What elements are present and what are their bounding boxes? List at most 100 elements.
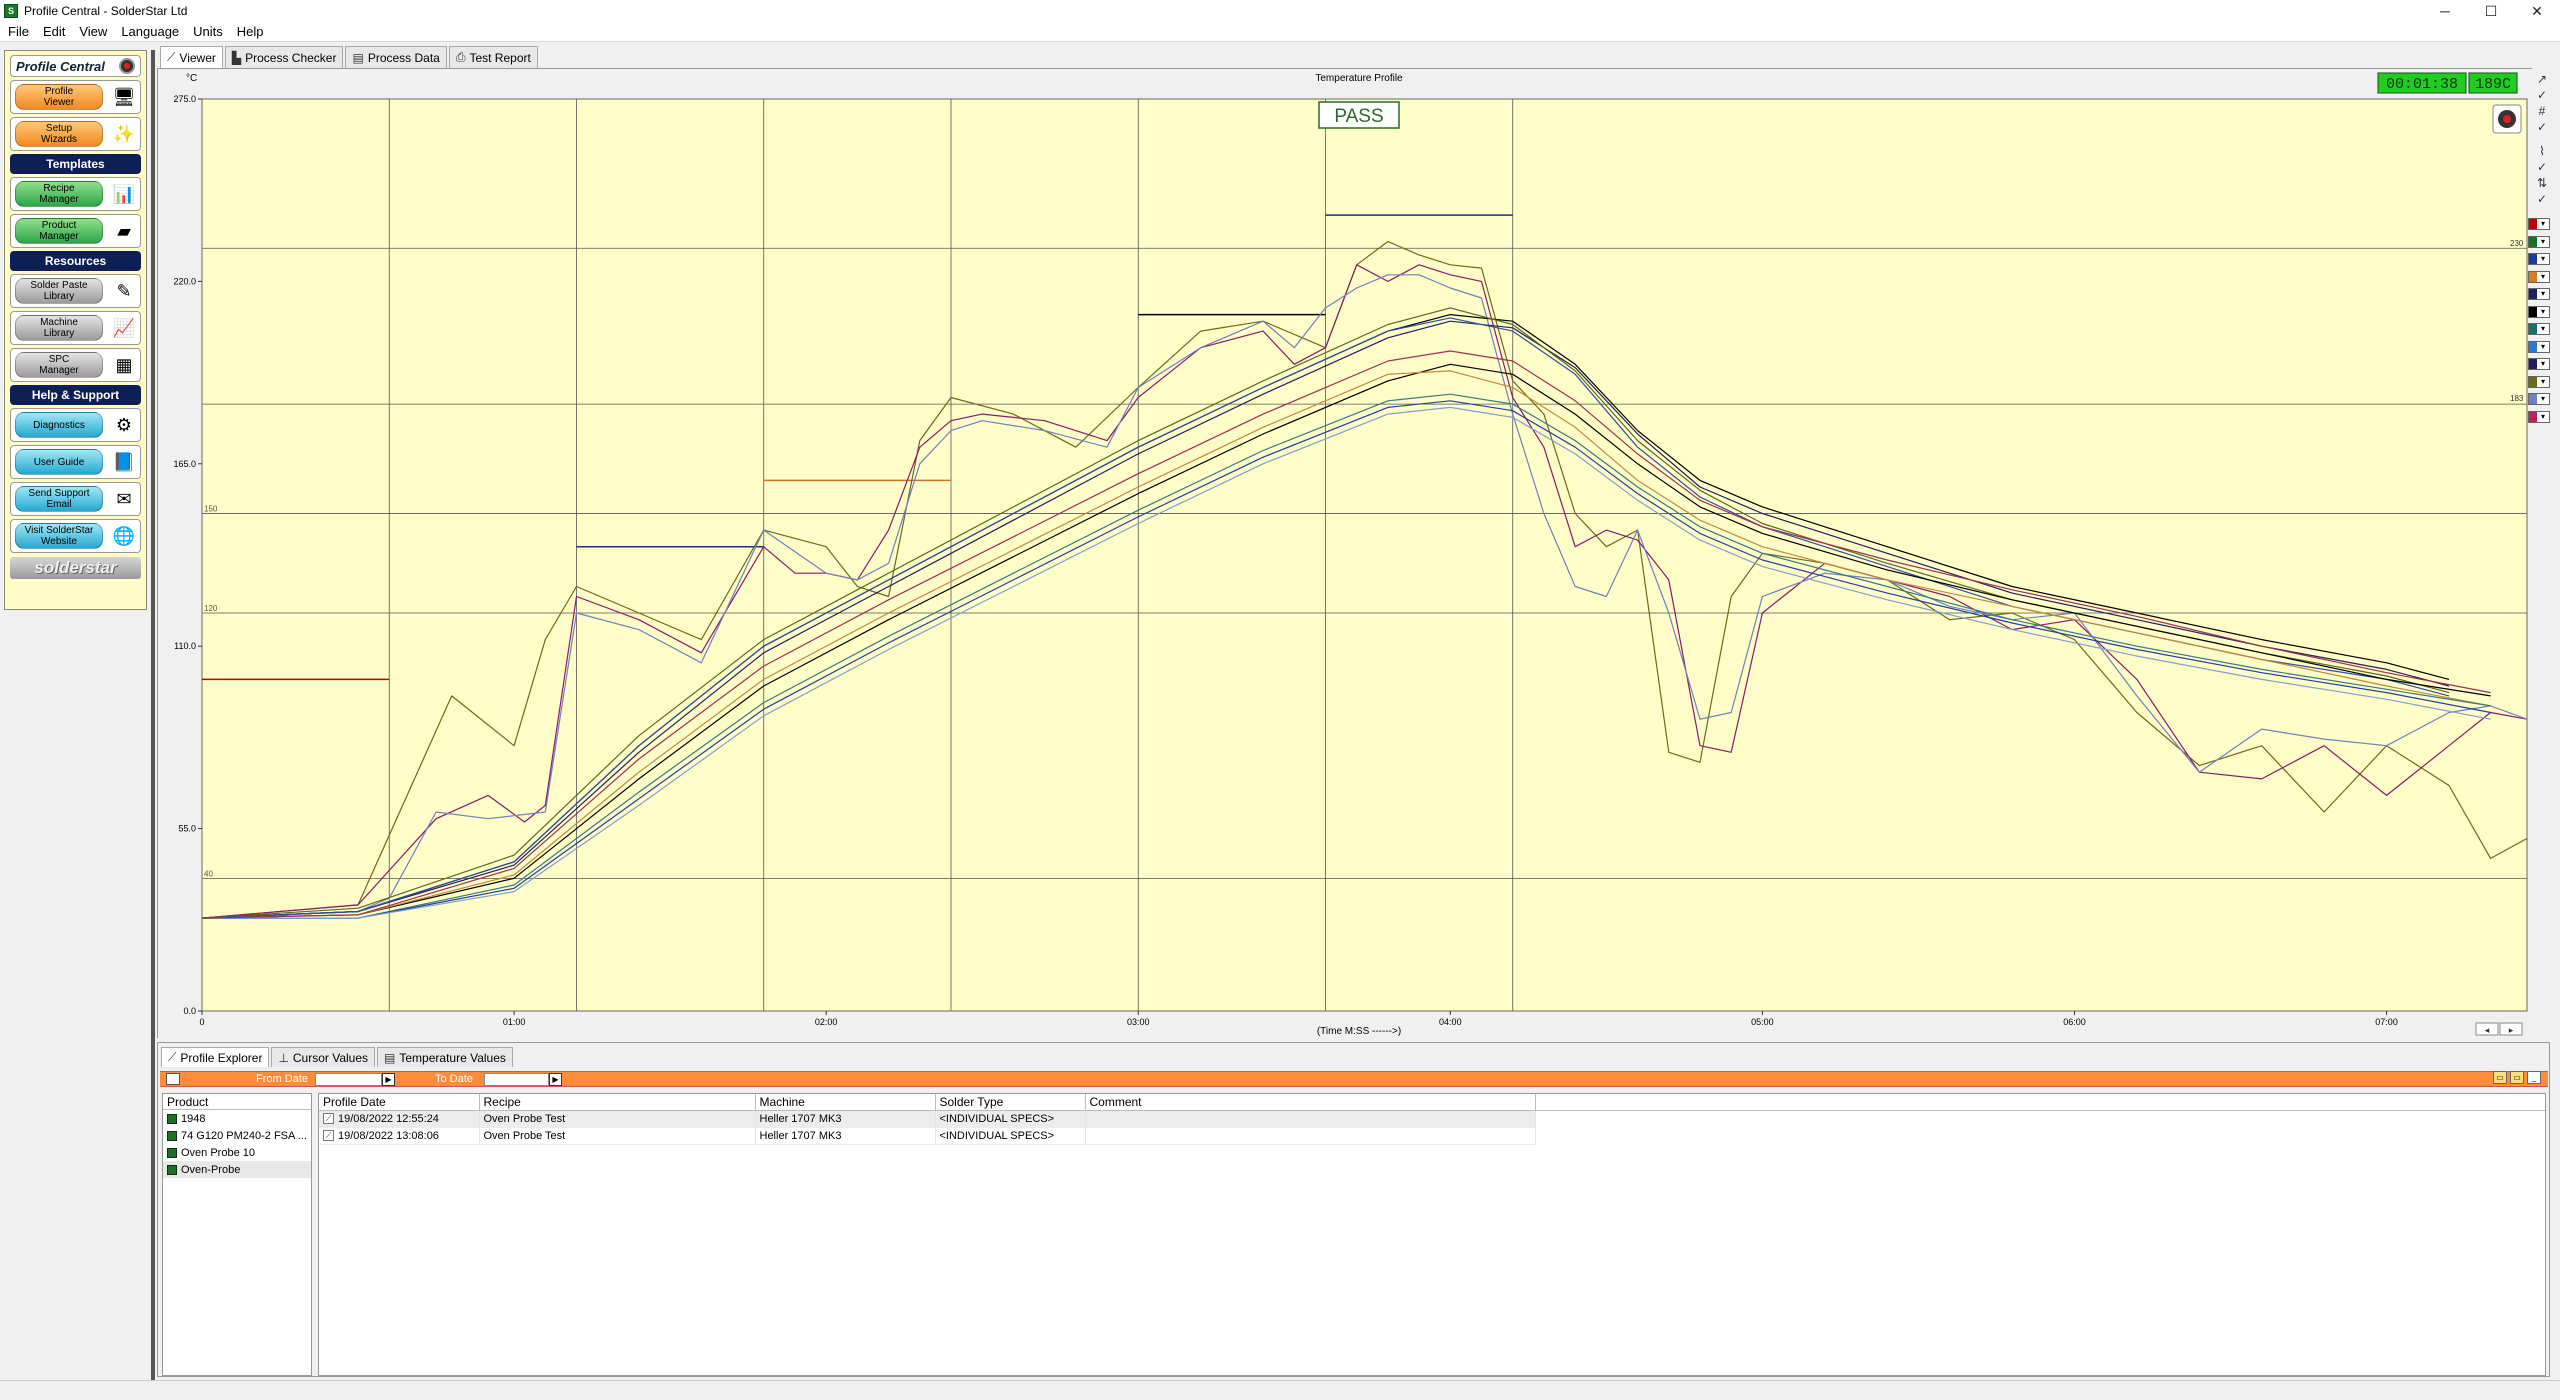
minimize-pane-icon[interactable]: _ — [2527, 1071, 2541, 1084]
profile-viewer-icon: 🖥 — [112, 86, 136, 107]
bottom-tabs: ⟋ Profile Explorer ⊥ Cursor Values ▤ Tem… — [161, 1047, 515, 1067]
menu-language[interactable]: Language — [114, 24, 186, 39]
check-toggle-3[interactable]: ✓ — [2534, 160, 2550, 174]
product-item[interactable]: Oven Probe 10 — [163, 1144, 311, 1161]
from-date-dropdown[interactable]: ▶ — [382, 1073, 395, 1086]
from-date-field[interactable] — [315, 1073, 382, 1086]
product-item[interactable]: 1948 — [163, 1110, 311, 1127]
probe-swatch[interactable]: ▾ — [2528, 253, 2550, 265]
splitter[interactable] — [151, 50, 155, 1380]
temp-readout: 189C — [2468, 72, 2518, 94]
column-machine[interactable]: Machine — [755, 1094, 936, 1111]
calendar-icon[interactable] — [166, 1073, 180, 1085]
minimize-button[interactable]: ─ — [2422, 0, 2468, 22]
threshold-label: 120 — [204, 604, 218, 613]
spc-manager-button[interactable]: SPC Manager ▦ — [10, 348, 141, 382]
tab-viewer[interactable]: ⟋ Viewer — [160, 46, 223, 68]
tab-process-data[interactable]: ▤ Process Data — [345, 46, 447, 68]
tab-temperature-values[interactable]: ▤ Temperature Values — [377, 1047, 513, 1067]
time-readout-value: 00:01:38 — [2386, 76, 2458, 93]
x-tick-label: 0 — [199, 1017, 204, 1027]
machine-library-button[interactable]: Machine Library 📈 — [10, 311, 141, 345]
probe-swatch[interactable]: ▾ — [2528, 375, 2550, 388]
probe-color — [2529, 306, 2537, 317]
plot-area[interactable] — [201, 98, 2528, 1012]
check-toggle-2[interactable]: ✓ — [2534, 120, 2550, 134]
pass-badge: PASS — [1318, 101, 1400, 129]
globe-icon: 🌐 — [112, 525, 136, 546]
probe-swatch[interactable]: ▾ — [2528, 323, 2550, 335]
open-folder-icon[interactable]: ▭ — [2510, 1071, 2524, 1084]
product-manager-button[interactable]: Product Manager ▰ — [10, 214, 141, 248]
menu-file[interactable]: File — [0, 24, 36, 39]
record-button[interactable] — [2492, 104, 2522, 134]
user-guide-label: User Guide — [15, 449, 103, 475]
probe-swatch[interactable]: ▾ — [2528, 358, 2550, 370]
menu-units[interactable]: Units — [186, 24, 230, 39]
column-recipe[interactable]: Recipe — [479, 1094, 756, 1111]
user-guide-button[interactable]: User Guide 📘 — [10, 445, 141, 479]
y-tick-label: 275.0 — [173, 94, 196, 104]
product-name: Oven Probe 10 — [181, 1146, 255, 1159]
temp-table-icon: ▤ — [384, 1050, 396, 1065]
table-row[interactable]: ⟋ 19/08/2022 12:55:24 Oven Probe Test Hel… — [319, 1110, 2545, 1128]
menu-edit[interactable]: Edit — [36, 24, 72, 39]
grid-tool-icon[interactable]: # — [2534, 104, 2550, 118]
probe-dropdown-icon: ▾ — [2540, 219, 2545, 228]
probe-swatch[interactable]: ▾ — [2528, 305, 2550, 318]
probe-swatch[interactable]: ▾ — [2528, 393, 2550, 405]
to-date-dropdown[interactable]: ▶ — [549, 1073, 562, 1086]
probe-swatch[interactable]: ▾ — [2528, 235, 2550, 248]
visit-website-button[interactable]: Visit SolderStar Website 🌐 — [10, 519, 141, 553]
setup-wizards-button[interactable]: Setup Wizards ✨ — [10, 117, 141, 151]
range-tool-icon[interactable]: ⇅ — [2534, 176, 2550, 190]
sidebar-title: Profile Central — [16, 58, 105, 74]
probe-swatch[interactable]: ▾ — [2528, 218, 2550, 230]
cursor-tool-icon[interactable]: ⌇ — [2534, 144, 2550, 158]
y-tick-label: 220.0 — [173, 276, 196, 286]
folder-icon[interactable]: ▭ — [2493, 1071, 2507, 1084]
profile-viewer-label: Profile Viewer — [15, 84, 103, 110]
column-comment[interactable]: Comment — [1085, 1094, 1536, 1111]
product-item-selected[interactable]: Oven-Probe — [163, 1161, 311, 1178]
setup-wizards-label: Setup Wizards — [15, 121, 103, 147]
menu-view[interactable]: View — [72, 24, 114, 39]
table-icon: ▤ — [352, 50, 364, 65]
maximize-button[interactable]: ☐ — [2468, 0, 2514, 22]
product-item[interactable]: 74 G120 PM240-2 FSA ... — [163, 1127, 311, 1144]
temperature-profile-chart[interactable]: 0.0 55.0 110.0 165.0 220.0 275.0 0 01:00 02:00 0… — [158, 69, 2533, 1039]
tab-profile-explorer[interactable]: ⟋ Profile Explorer — [161, 1047, 270, 1067]
tab-cursor-values[interactable]: ⊥ Cursor Values — [271, 1047, 376, 1067]
zoom-tool-icon[interactable]: ↗ — [2534, 72, 2550, 86]
probe-swatch[interactable]: ▾ — [2528, 410, 2550, 423]
visit-website-label: Visit SolderStar Website — [15, 523, 103, 549]
tab-test-report[interactable]: ⎙ Test Report — [448, 46, 538, 68]
check-toggle-4[interactable]: ✓ — [2534, 192, 2550, 206]
probe-swatch[interactable]: ▾ — [2528, 340, 2550, 353]
machine-library-label: Machine Library — [15, 315, 103, 341]
recipe-manager-button[interactable]: Recipe Manager 📊 — [10, 177, 141, 211]
column-profile-date[interactable]: Profile Date — [319, 1094, 480, 1111]
send-support-email-button[interactable]: Send Support Email ✉ — [10, 482, 141, 516]
probe-color — [2529, 254, 2537, 264]
probe-color — [2529, 219, 2537, 229]
menu-help[interactable]: Help — [230, 24, 271, 39]
check-toggle-1[interactable]: ✓ — [2534, 88, 2550, 102]
from-date-label: From Date — [256, 1073, 308, 1085]
profile-viewer-button[interactable]: Profile Viewer 🖥 — [10, 80, 141, 114]
temperature-profile-graph[interactable]: 0.0 55.0 110.0 165.0 220.0 275.0 0 01:00 02:00 0… — [157, 68, 2533, 1039]
y-tick-label: 165.0 — [173, 459, 196, 469]
solder-paste-library-button[interactable]: Solder Paste Library ✎ — [10, 274, 141, 308]
to-date-field[interactable] — [484, 1073, 549, 1086]
record-icon[interactable] — [119, 58, 135, 74]
probe-swatch[interactable]: ▾ — [2528, 270, 2550, 283]
diagnostics-button[interactable]: Diagnostics ⚙ — [10, 408, 141, 442]
cell-profile-date: ⟋ 19/08/2022 13:08:06 — [319, 1127, 480, 1145]
table-row[interactable]: ⟋ 19/08/2022 13:08:06 Oven Probe Test Hel… — [319, 1127, 2545, 1145]
column-solder-type[interactable]: Solder Type — [935, 1094, 1086, 1111]
close-button[interactable]: ✕ — [2514, 0, 2560, 22]
product-icon — [167, 1147, 177, 1158]
probe-swatch[interactable]: ▾ — [2528, 288, 2550, 300]
send-support-email-label: Send Support Email — [15, 486, 103, 512]
tab-process-checker[interactable]: ▙ Process Checker — [224, 46, 344, 68]
